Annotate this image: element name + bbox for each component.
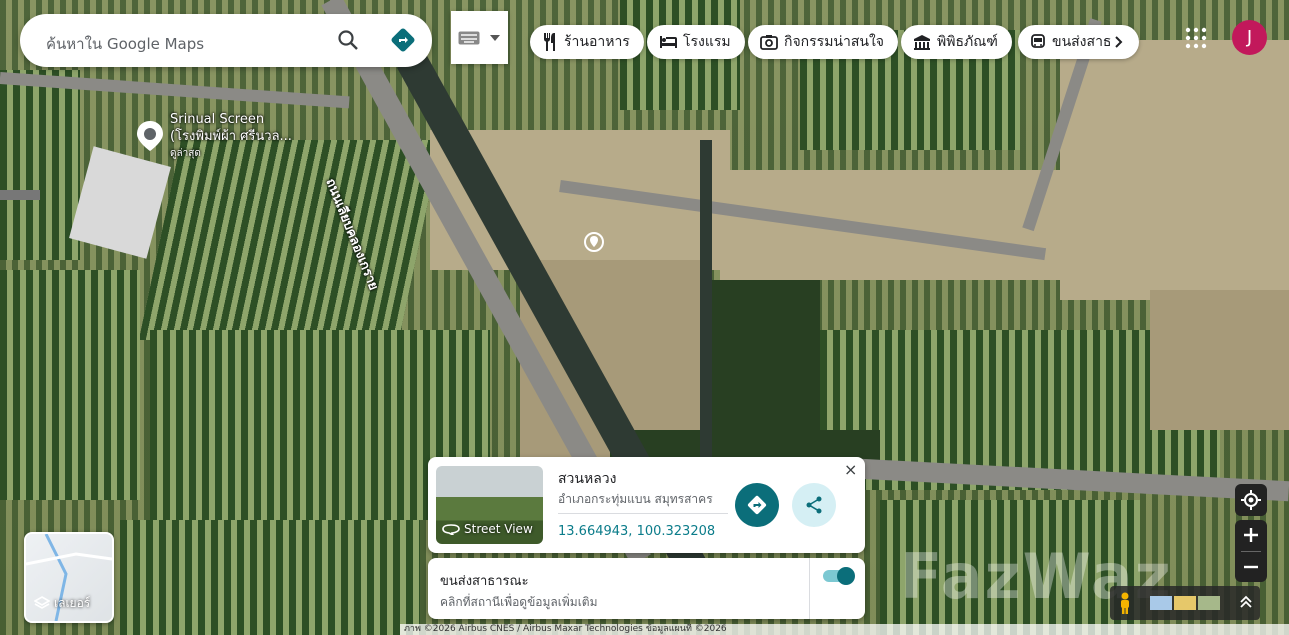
map-attribution[interactable]: ภาพ ©2026 Airbus CNES / Airbus Maxar Tec… [400,624,1289,635]
map-road [0,190,40,200]
close-icon[interactable]: × [844,460,857,479]
street-view-icon [442,524,460,535]
divider [1241,551,1261,552]
chip-restaurants[interactable]: ร้านอาหาร [530,25,644,59]
imagery-thumb[interactable] [1174,596,1196,610]
imagery-thumb[interactable] [1150,596,1172,610]
museum-icon [914,35,930,50]
directions-button[interactable] [735,483,779,527]
imagery-thumb[interactable] [1198,596,1220,610]
bus-icon [1031,34,1045,48]
poi-name-line2: (โรงพิมพ์ผ้า ศรีนวล... [170,129,292,144]
transit-title: ขนส่งสาธารณะ [440,574,529,589]
zoom-out-icon[interactable] [1243,559,1259,575]
layers-button[interactable]: เลเยอร์ [24,532,114,623]
toggle-knob [837,567,855,585]
layers-icon [34,595,50,609]
place-coordinates[interactable]: 13.664943, 100.323208 [558,524,715,539]
share-button[interactable] [792,483,836,527]
chip-museums[interactable]: พิพิธภัณฑ์ [901,25,1012,59]
search-box[interactable]: ค้นหาใน Google Maps [20,14,432,67]
my-location-icon [1241,490,1261,510]
chip-label: กิจกรรมน่าสนใจ [784,34,885,50]
fork-knife-icon [544,33,555,51]
transit-toggle[interactable] [823,567,855,585]
chip-label: ร้านอาหาร [564,34,630,50]
avatar[interactable]: J [1232,20,1267,55]
dropped-pin-icon[interactable] [584,232,604,252]
search-icon[interactable] [336,28,360,52]
place-marker-icon[interactable] [136,120,164,152]
building-roof [69,146,171,259]
transit-layer-card[interactable]: ขนส่งสาธารณะ คลิกที่สถานีเพื่อดูข้อมูลเพ… [428,558,865,619]
street-view-label: Street View [464,522,533,536]
map-field [138,140,442,340]
place-title: สวนหลวง [558,471,617,487]
place-address: อำเภอกระทุ่มแบน สมุทรสาคร [558,492,713,506]
divider [809,558,810,619]
expand-up-icon[interactable] [1240,595,1252,609]
street-view-pegman-bar[interactable] [1110,586,1260,620]
directions-icon[interactable] [390,27,416,53]
chevron-right-icon[interactable] [1115,36,1123,48]
map-field [120,520,420,635]
map-field [720,170,1060,280]
bed-icon [660,36,677,48]
poi-name-line1: Srinual Screen [170,112,265,127]
chip-hotels[interactable]: โรงแรม [647,25,745,59]
my-location-button[interactable] [1235,484,1267,516]
search-input[interactable]: ค้นหาใน Google Maps [46,32,204,56]
share-icon [806,496,822,514]
transit-subtitle: คลิกที่สถานีเพื่อดูข้อมูลเพิ่มเติม [440,595,598,609]
chip-label: พิพิธภัณฑ์ [937,34,998,50]
keyboard-icon [458,31,480,45]
map-field [0,270,140,500]
chip-label: โรงแรม [683,34,731,50]
map-field [1150,290,1289,430]
zoom-controls [1235,520,1267,582]
camera-icon [760,35,778,50]
poi-label[interactable]: Srinual Screen (โรงพิมพ์ผ้า ศรีนวล... ดู… [170,111,292,162]
input-tools-button[interactable] [451,11,508,64]
street-view-thumbnail[interactable]: Street View [436,466,543,544]
chip-things-to-do[interactable]: กิจกรรมน่าสนใจ [748,25,899,59]
map-canal [700,140,712,460]
poi-subtitle: ดูล่าสุด [170,148,201,159]
apps-grid-icon[interactable] [1184,26,1208,50]
map-field [1060,40,1289,300]
map-field [0,70,80,260]
chevron-down-icon [490,35,500,41]
directions-icon [747,495,767,515]
chip-label: ขนส่งสาธ [1052,34,1112,50]
divider [558,513,728,514]
pegman-icon[interactable] [1118,592,1132,614]
zoom-in-icon[interactable] [1243,527,1259,543]
place-card[interactable]: Street View สวนหลวง อำเภอกระทุ่มแบน สมุท… [428,457,865,553]
chip-transit[interactable]: ขนส่งสาธ [1018,25,1139,59]
layers-label: เลเยอร์ [54,596,91,610]
